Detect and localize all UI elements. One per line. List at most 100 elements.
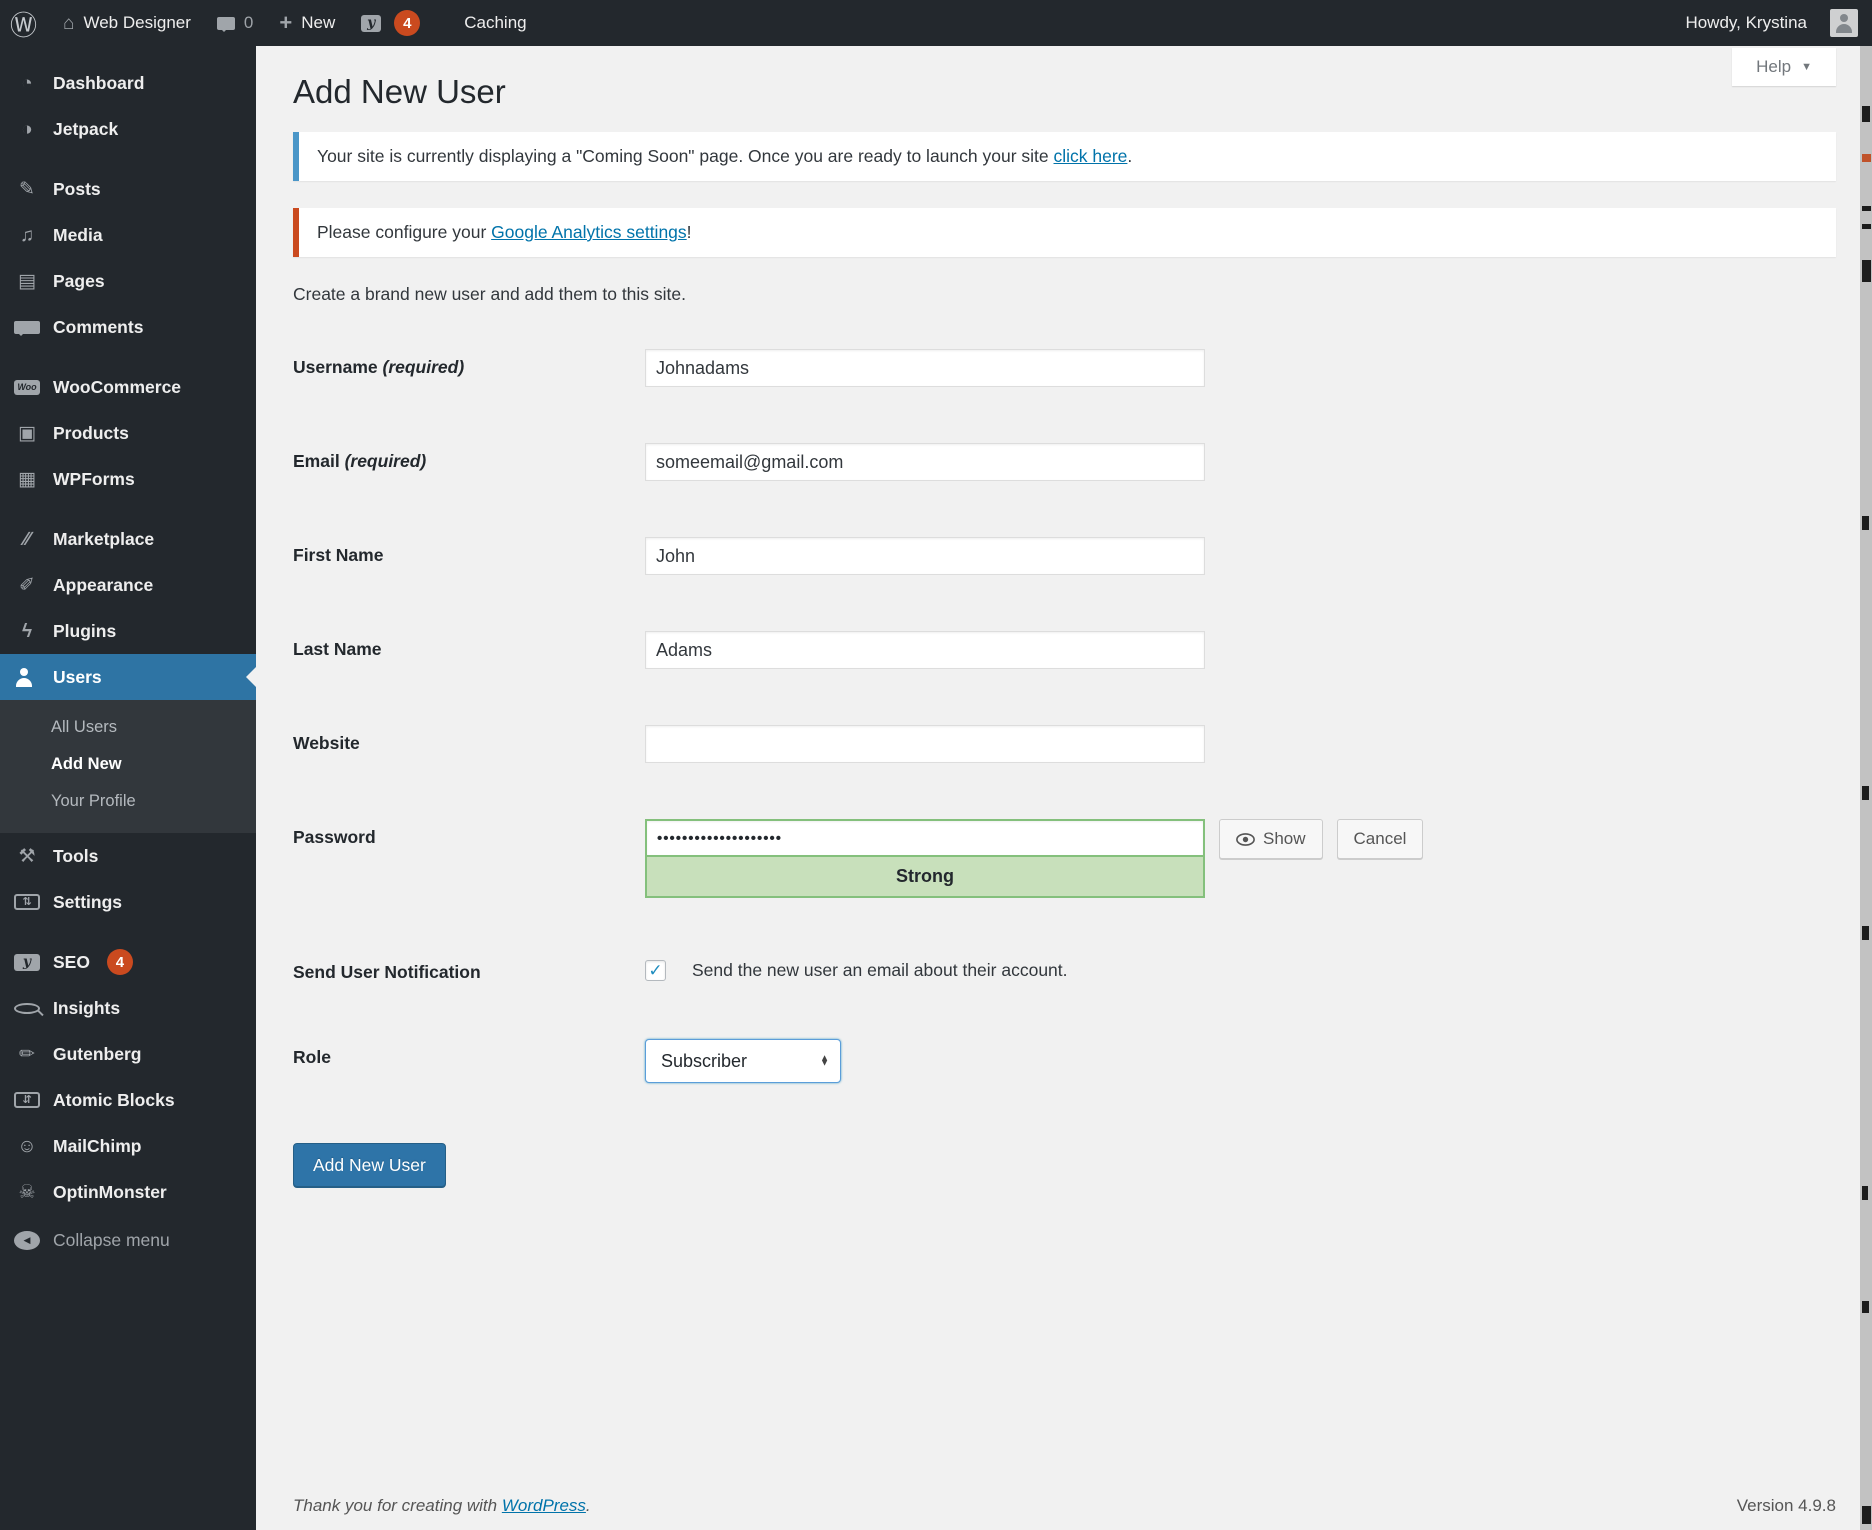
google-analytics-notice: Please configure your Google Analytics s… — [293, 208, 1836, 257]
role-label: Role — [293, 1047, 331, 1067]
pages-icon: ▤ — [18, 270, 36, 292]
sidebar-item-label: MailChimp — [53, 1135, 142, 1156]
admin-bar-new[interactable]: + New — [266, 0, 348, 46]
sidebar-item-comments[interactable]: Comments — [0, 304, 256, 350]
username-input[interactable] — [645, 349, 1205, 387]
sidebar-badge: 4 — [106, 949, 133, 975]
add-new-user-button[interactable]: Add New User — [293, 1143, 446, 1188]
insights-icon — [14, 1002, 40, 1014]
show-password-button[interactable]: Show — [1219, 819, 1323, 859]
email-row: Email (required) — [293, 443, 1836, 481]
cancel-password-button[interactable]: Cancel — [1336, 819, 1424, 859]
sidebar-item-label: Media — [53, 224, 103, 245]
required-indicator: (required) — [344, 451, 427, 471]
comment-bubble-icon — [216, 16, 235, 32]
sidebar-item-label: Collapse menu — [53, 1229, 170, 1250]
sidebar-subitem-your-profile[interactable]: Your Profile — [0, 783, 256, 820]
last-name-label: Last Name — [293, 639, 382, 659]
sidebar-item-label: Marketplace — [53, 528, 155, 549]
sidebar-item-appearance[interactable]: ✐ Appearance — [0, 562, 256, 608]
sidebar-item-label: Tools — [53, 845, 99, 866]
sidebar-item-collapse-menu[interactable]: ◀ Collapse menu — [0, 1217, 256, 1263]
chevron-down-icon: ▼ — [1801, 61, 1812, 73]
wpforms-icon: ▦ — [18, 468, 36, 490]
sidebar-item-dashboard[interactable]: ◔ Dashboard — [0, 60, 256, 106]
sidebar-item-label: Pages — [53, 270, 105, 291]
sidebar-item-label: Atomic Blocks — [53, 1089, 175, 1110]
sidebar-item-gutenberg[interactable]: ✏ Gutenberg — [0, 1031, 256, 1077]
sidebar-item-media[interactable]: ♫ Media — [0, 212, 256, 258]
show-label: Show — [1263, 829, 1306, 848]
menu-separator — [0, 152, 256, 166]
howdy-label: Howdy, Krystina — [1685, 13, 1807, 32]
admin-bar: Ⓦ ⌂ Web Designer 0 + New y 4 Caching How… — [0, 0, 1872, 46]
first-name-label: First Name — [293, 545, 384, 565]
sidebar-item-label: Gutenberg — [53, 1043, 142, 1064]
sidebar-subitem-add-new[interactable]: Add New — [0, 746, 256, 783]
sidebar-item-plugins[interactable]: ϟ Plugins — [0, 608, 256, 654]
sidebar-item-posts[interactable]: ✎ Posts — [0, 166, 256, 212]
last-name-input[interactable] — [645, 631, 1205, 669]
sidebar-item-pages[interactable]: ▤ Pages — [0, 258, 256, 304]
admin-bar-account[interactable]: Howdy, Krystina — [1672, 0, 1820, 46]
admin-menu: ◔ Dashboard ◑ Jetpack ✎ Posts ♫ Media ▤ Pages Comm… — [0, 60, 256, 1263]
main-content: Help ▼ Add New User Your site is current… — [256, 46, 1872, 1530]
sidebar-item-settings[interactable]: ⇅ Settings — [0, 879, 256, 925]
tools-icon: ⚒ — [18, 845, 36, 867]
first-name-input[interactable] — [645, 537, 1205, 575]
website-input[interactable] — [645, 725, 1205, 763]
help-button[interactable]: Help ▼ — [1732, 48, 1836, 86]
admin-bar-comments[interactable]: 0 — [204, 0, 266, 46]
admin-bar-caching[interactable]: Caching — [451, 0, 539, 46]
password-input[interactable] — [645, 819, 1205, 857]
wordpress-link[interactable]: WordPress — [502, 1496, 586, 1515]
new-label: New — [301, 13, 336, 32]
sidebar-subitem-all-users[interactable]: All Users — [0, 709, 256, 746]
avatar[interactable] — [1830, 9, 1858, 37]
last-name-row: Last Name — [293, 631, 1836, 669]
seo-icon: y — [14, 953, 40, 971]
mailchimp-icon: ☺ — [17, 1135, 37, 1157]
sidebar-item-label: SEO — [53, 951, 90, 972]
email-input[interactable] — [645, 443, 1205, 481]
sidebar-item-users[interactable]: Users — [0, 654, 256, 700]
admin-bar-seo[interactable]: y 4 — [348, 0, 433, 46]
google-analytics-settings-link[interactable]: Google Analytics settings — [491, 222, 687, 242]
sidebar: ◔ Dashboard ◑ Jetpack ✎ Posts ♫ Media ▤ Pages Comm… — [0, 46, 256, 1530]
sidebar-item-marketplace[interactable]: ∕∕ Marketplace — [0, 516, 256, 562]
sidebar-item-label: Users — [53, 666, 102, 687]
password-strength-meter: Strong — [645, 857, 1205, 898]
sidebar-item-atomic-blocks[interactable]: ⇵ Atomic Blocks — [0, 1077, 256, 1123]
sidebar-item-jetpack[interactable]: ◑ Jetpack — [0, 106, 256, 152]
notice-text: Your site is currently displaying a "Com… — [317, 146, 1054, 166]
sidebar-item-optinmonster[interactable]: ☠ OptinMonster — [0, 1169, 256, 1215]
sidebar-item-tools[interactable]: ⚒ Tools — [0, 833, 256, 879]
caching-label: Caching — [464, 13, 527, 32]
send-notification-checkbox[interactable]: ✓ — [645, 960, 666, 981]
email-label: Email (required) — [293, 451, 427, 471]
sidebar-item-seo[interactable]: y SEO 4 — [0, 939, 256, 985]
admin-bar-site-name[interactable]: ⌂ Web Designer — [50, 0, 204, 46]
sidebar-item-label: Appearance — [53, 574, 154, 595]
sidebar-item-label: Plugins — [53, 620, 117, 641]
sidebar-item-products[interactable]: ▣ Products — [0, 410, 256, 456]
menu-separator — [0, 925, 256, 939]
click-here-link[interactable]: click here — [1054, 146, 1128, 166]
website-label: Website — [293, 733, 360, 753]
products-icon: ▣ — [18, 422, 36, 444]
sidebar-item-wpforms[interactable]: ▦ WPForms — [0, 456, 256, 502]
sidebar-item-woocommerce[interactable]: Woo WooCommerce — [0, 364, 256, 410]
footer-thanks: Thank you for creating with WordPress. — [293, 1496, 591, 1515]
password-label: Password — [293, 827, 376, 847]
sidebar-item-label: Jetpack — [53, 118, 119, 139]
wordpress-logo-icon[interactable]: Ⓦ — [0, 0, 50, 46]
sidebar-item-insights[interactable]: Insights — [0, 985, 256, 1031]
first-name-row: First Name — [293, 537, 1836, 575]
sidebar-item-mailchimp[interactable]: ☺ MailChimp — [0, 1123, 256, 1169]
role-select[interactable]: Subscriber ▲ ▼ — [645, 1039, 841, 1083]
jetpack-icon: ◑ — [21, 118, 33, 140]
posts-icon: ✎ — [19, 178, 35, 200]
check-mark-icon: ✓ — [648, 961, 663, 980]
role-selected-value: Subscriber — [661, 1050, 748, 1071]
help-label: Help — [1756, 57, 1792, 76]
